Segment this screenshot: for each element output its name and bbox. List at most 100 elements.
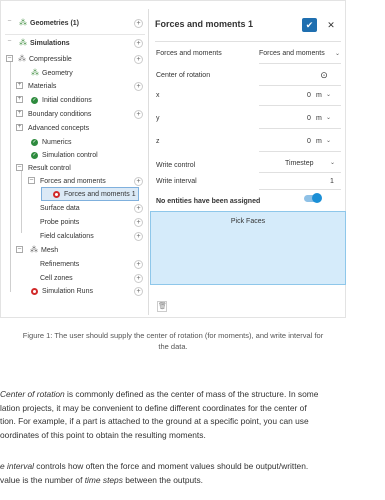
add-icon[interactable]: + — [134, 286, 143, 296]
tree-item-simulations[interactable]: – ⁂ Simulations + — [1, 36, 147, 50]
pick-faces-area[interactable]: Pick Faces — [150, 211, 346, 285]
add-icon[interactable]: + — [134, 38, 143, 48]
check-icon: ✓ — [31, 151, 38, 159]
tree-label: Geometries (1) — [30, 19, 80, 27]
tree-label: Simulation control — [42, 151, 98, 159]
trash-icon: 🗑 — [158, 303, 167, 310]
tree-label: Mesh — [41, 246, 59, 254]
x-value: 0 — [307, 92, 311, 99]
y-value: 0 — [307, 115, 311, 122]
tree-item-boundary-conditions[interactable]: + Boundary conditions + — [1, 107, 147, 121]
confirm-button[interactable]: ✔ — [302, 18, 317, 32]
text-line: tion. For example, if a part is attached… — [0, 416, 309, 426]
tree-label: Materials — [28, 82, 57, 90]
tree-label: Field calculations — [40, 232, 94, 240]
z-value: 0 — [307, 138, 311, 145]
tree-item-numerics[interactable]: ✓ Numerics — [1, 135, 147, 149]
properties-panel: Forces and moments 1 ✔ ✕ Forces and mome… — [148, 9, 346, 315]
tree-item-probe-points[interactable]: Probe points + — [1, 215, 147, 229]
expand-toggle[interactable]: – — [6, 38, 13, 46]
term-time-steps: time steps — [84, 474, 123, 485]
text-line: lation projects, it may be convenient to… — [0, 402, 307, 413]
collapse-toggle[interactable]: – — [6, 55, 13, 62]
add-icon[interactable]: + — [134, 273, 143, 283]
add-icon[interactable]: + — [134, 203, 143, 213]
chevron-down-icon: ⌄ — [326, 138, 332, 144]
tree-item-field-calculations[interactable]: Field calculations + — [1, 229, 147, 243]
add-icon[interactable]: + — [134, 259, 143, 269]
simulation-icon: ⁂ — [18, 54, 26, 63]
tree-label: Compressible — [29, 55, 72, 63]
tree-item-geometries[interactable]: – ⁂ Geometries (1) + — [1, 16, 147, 30]
x-unit-select[interactable]: m — [316, 92, 322, 99]
close-button[interactable]: ✕ — [325, 18, 337, 32]
y-unit-select[interactable]: m — [316, 115, 322, 122]
tree-item-forces-and-moments[interactable]: – Forces and moments + — [1, 174, 147, 188]
documentation-page: – ⁂ Geometries (1) + – ⁂ Simulations + – — [0, 0, 385, 500]
check-icon: ✓ — [31, 138, 38, 146]
add-icon[interactable]: + — [134, 176, 143, 186]
write-interval-label: Write interval — [156, 178, 197, 185]
tree-label: Probe points — [40, 218, 80, 226]
delete-button[interactable]: 🗑 — [157, 301, 167, 312]
text-line: value is the number of — [0, 474, 85, 485]
simulations-icon: ⁂ — [19, 38, 27, 47]
check-icon: ✓ — [31, 96, 38, 104]
caption-line-1: Figure 1: The user should supply the cen… — [22, 331, 324, 340]
tree-label: Simulations — [30, 39, 70, 47]
type-select[interactable]: Forces and moments ⌄ — [259, 48, 341, 60]
collapse-toggle[interactable]: – — [16, 164, 23, 171]
write-control-label: Write control — [156, 162, 196, 169]
add-icon[interactable]: + — [134, 18, 143, 28]
tree-item-forces-and-moments-1[interactable]: Forces and moments 1 — [41, 187, 139, 201]
expand-toggle[interactable]: – — [6, 18, 13, 26]
pick-point-button[interactable]: ⊙ — [318, 69, 330, 81]
tree-label: Forces and moments 1 — [64, 190, 136, 198]
tree-label: Advanced concepts — [28, 124, 90, 132]
tree-item-surface-data[interactable]: Surface data + — [1, 201, 147, 215]
tree-item-refinements[interactable]: Refinements + — [1, 257, 147, 271]
expand-toggle[interactable]: + — [16, 82, 23, 89]
simulation-tree: – ⁂ Geometries (1) + – ⁂ Simulations + – — [1, 1, 147, 301]
geometries-icon: ⁂ — [19, 18, 27, 27]
panel-title: Forces and moments 1 — [155, 19, 254, 29]
tree-item-geometry[interactable]: ⁂ Geometry — [1, 66, 147, 80]
expand-toggle[interactable]: + — [16, 110, 23, 117]
tree-item-simulation-control[interactable]: ✓ Simulation control — [1, 148, 147, 162]
collapse-toggle[interactable]: – — [16, 246, 23, 253]
tree-label: Simulation Runs — [42, 287, 93, 295]
chevron-down-icon: ⌄ — [326, 115, 332, 121]
tree-label: Geometry — [42, 69, 73, 77]
collapse-toggle[interactable]: – — [28, 177, 35, 184]
tree-item-compressible[interactable]: – ⁂ Compressible + — [1, 52, 147, 66]
chevron-down-icon: ⌄ — [334, 51, 340, 57]
tree-item-initial-conditions[interactable]: + ✓ Initial conditions — [1, 93, 147, 107]
y-label: y — [156, 115, 160, 122]
tree-item-simulation-runs[interactable]: Simulation Runs + — [1, 284, 147, 298]
expand-toggle[interactable]: + — [16, 124, 23, 131]
paragraph-write-interval: e interval controls how often the force … — [0, 460, 385, 487]
paragraph-center-of-rotation: Center of rotation is commonly defined a… — [0, 388, 385, 442]
text-line: is commonly defined as the center of mas… — [64, 389, 319, 399]
tree-item-mesh[interactable]: – ⁂ Mesh — [1, 243, 147, 257]
caption-line-2: the data. — [158, 342, 188, 351]
tree-label: Surface data — [40, 204, 80, 212]
add-icon[interactable]: + — [134, 109, 143, 119]
expand-toggle[interactable]: + — [16, 96, 23, 103]
tree-item-result-control[interactable]: – Result control — [1, 161, 147, 175]
check-icon: ✔ — [305, 20, 314, 30]
close-icon: ✕ — [327, 20, 335, 30]
tree-item-materials[interactable]: + Materials + — [1, 79, 147, 93]
add-icon[interactable]: + — [134, 231, 143, 241]
tree-label: Boundary conditions — [28, 110, 92, 118]
entities-toggle[interactable] — [304, 193, 322, 203]
add-icon[interactable]: + — [134, 217, 143, 227]
tree-item-cell-zones[interactable]: Cell zones + — [1, 271, 147, 285]
tree-item-advanced-concepts[interactable]: + Advanced concepts — [1, 121, 147, 135]
add-icon[interactable]: + — [134, 54, 143, 64]
z-unit-select[interactable]: m — [316, 138, 322, 145]
add-icon[interactable]: + — [134, 81, 143, 91]
tree-label: Refinements — [40, 260, 80, 268]
crosshair-icon: ⊙ — [320, 70, 328, 80]
write-interval-input[interactable]: 1 — [330, 178, 334, 185]
